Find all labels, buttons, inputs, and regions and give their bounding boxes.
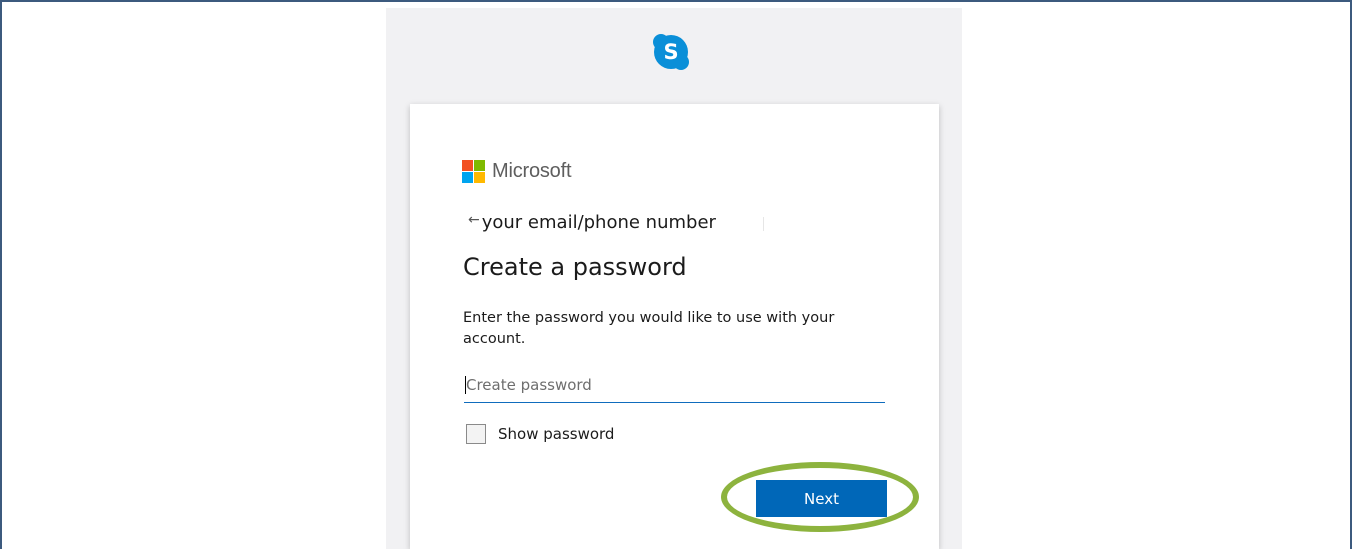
show-password-checkbox[interactable] <box>466 424 486 444</box>
show-password-option[interactable]: Show password <box>466 424 614 444</box>
divider <box>763 217 764 231</box>
show-password-label[interactable]: Show password <box>498 425 614 443</box>
microsoft-wordmark: Microsoft <box>492 160 572 182</box>
skype-icon: S <box>653 34 689 70</box>
page-description: Enter the password you would like to use… <box>463 310 835 347</box>
back-identity-row[interactable]: ← your email/phone number <box>468 212 716 233</box>
microsoft-squares-icon <box>462 160 485 183</box>
password-card: Microsoft ← your email/phone number Crea… <box>410 104 939 549</box>
microsoft-logo: Microsoft <box>462 160 572 183</box>
skype-letter: S <box>663 40 678 64</box>
signup-page: S Microsoft ← your email/phone number Cr… <box>386 8 962 549</box>
next-button[interactable]: Next <box>756 480 887 517</box>
identity-text: your email/phone number <box>481 212 716 233</box>
text-cursor <box>465 376 466 394</box>
page-title: Create a password <box>463 253 687 281</box>
password-field[interactable] <box>464 368 885 403</box>
arrow-left-icon[interactable]: ← <box>468 212 480 228</box>
password-input[interactable] <box>464 368 885 402</box>
